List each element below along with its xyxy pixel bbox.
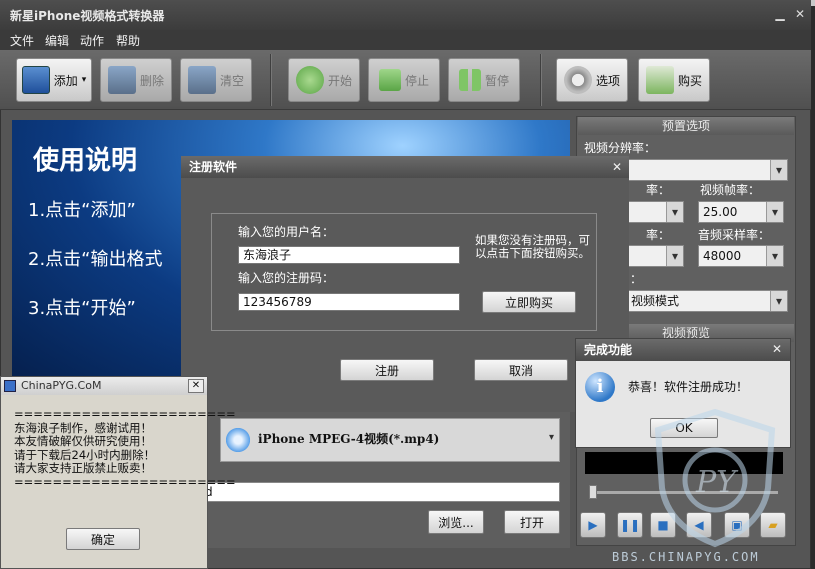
- step-2: 2.点击“输出格式: [28, 249, 163, 270]
- mode-label: ：: [630, 272, 643, 286]
- film-remove-icon: [107, 66, 136, 94]
- close-window-button[interactable]: ✕: [792, 6, 808, 22]
- username-input[interactable]: 东海浪子: [238, 246, 460, 264]
- start-button[interactable]: 开始: [288, 58, 360, 102]
- register-hint: 如果您没有注册码，可以点击下面按钮购买。: [475, 233, 590, 260]
- app-window-icon: [4, 380, 16, 392]
- play-button[interactable]: ▶: [580, 512, 606, 538]
- mode-select[interactable]: 视频模式: [626, 290, 788, 312]
- output-path-input[interactable]: d: [200, 482, 560, 502]
- info-icon: i: [585, 372, 615, 402]
- chevron-down-icon: ▾: [549, 432, 555, 443]
- cancel-button[interactable]: 取消: [474, 359, 568, 381]
- refresh-icon: [295, 66, 324, 94]
- register-dialog-title: 注册软件: [181, 156, 629, 178]
- minimize-button[interactable]: ▁: [772, 6, 788, 22]
- samplerate-label: 音频采样率：: [698, 228, 771, 242]
- step-3: 3.点击“开始”: [28, 298, 136, 319]
- success-message: 恭喜！软件注册成功！: [628, 380, 749, 394]
- menu-action[interactable]: 动作: [80, 32, 104, 49]
- pause-icon: [458, 69, 481, 91]
- pyg-message: ======================= 东海浪子制作，感谢试用！ 本友情…: [14, 407, 236, 489]
- register-button[interactable]: 注册: [340, 359, 434, 381]
- buy-button[interactable]: 购买: [638, 58, 710, 102]
- stop-button[interactable]: 停止: [368, 58, 440, 102]
- success-dialog-title: 完成功能: [576, 339, 790, 361]
- username-label: 输入您的用户名：: [238, 225, 335, 239]
- options-button[interactable]: 选项: [556, 58, 628, 102]
- audio-bitrate-label: 率：: [646, 228, 671, 242]
- bitrate-label: 率：: [646, 183, 671, 197]
- pyg-dialog-title: ChinaPYG.CoM: [1, 377, 207, 395]
- samplerate-select[interactable]: 48000: [698, 245, 784, 267]
- output-format-value: iPhone MPEG-4视频(*.mp4): [258, 432, 440, 446]
- code-input[interactable]: 123456789: [238, 293, 460, 311]
- pause-button[interactable]: 暂停: [448, 58, 520, 102]
- toolbar-separator: [270, 54, 272, 106]
- toolbar-separator: [540, 54, 542, 106]
- play-icon: ▶: [588, 518, 598, 532]
- clear-button[interactable]: 清空: [180, 58, 252, 102]
- seek-slider-thumb[interactable]: [589, 485, 597, 499]
- resolution-label: 视频分辨率：: [584, 141, 657, 155]
- film-clear-icon: [187, 66, 216, 94]
- preset-header: 预置选项: [578, 117, 794, 135]
- delete-button[interactable]: 删除: [100, 58, 172, 102]
- framerate-select[interactable]: 25.00: [698, 201, 784, 223]
- add-button[interactable]: 添加 ▾: [16, 58, 92, 102]
- app-title: 新星iPhone视频格式转换器: [10, 9, 165, 23]
- open-button[interactable]: 打开: [504, 510, 560, 534]
- confirm-button[interactable]: 确定: [66, 528, 140, 550]
- stop-icon: [378, 69, 401, 91]
- format-icon: [224, 426, 252, 454]
- menu-edit[interactable]: 编辑: [45, 32, 69, 49]
- register-close-icon[interactable]: ✕: [612, 160, 622, 174]
- buy-now-button[interactable]: 立即购买: [482, 291, 576, 313]
- gear-icon: [563, 66, 592, 94]
- film-add-icon: [21, 66, 50, 94]
- watermark-url: BBS.CHINAPYG.COM: [612, 550, 760, 564]
- dropdown-arrow-icon: ▾: [81, 75, 87, 85]
- code-label: 输入您的注册码：: [238, 271, 335, 285]
- pause-playback-button[interactable]: ❚❚: [617, 512, 643, 538]
- menu-help[interactable]: 帮助: [116, 32, 140, 49]
- framerate-label: 视频帧率：: [700, 183, 761, 197]
- pause-icon: ❚❚: [619, 518, 641, 532]
- svg-text:PY: PY: [695, 465, 739, 500]
- menu-file[interactable]: 文件: [10, 32, 34, 49]
- pyg-logo-watermark: PY: [654, 408, 776, 548]
- browse-button[interactable]: 浏览...: [428, 510, 484, 534]
- usage-title: 使用说明: [33, 146, 138, 176]
- pyg-close-icon[interactable]: ✕: [188, 379, 204, 393]
- shopping-cart-icon: [645, 66, 674, 94]
- step-1: 1.点击“添加”: [28, 200, 136, 221]
- success-close-icon[interactable]: ✕: [772, 342, 782, 356]
